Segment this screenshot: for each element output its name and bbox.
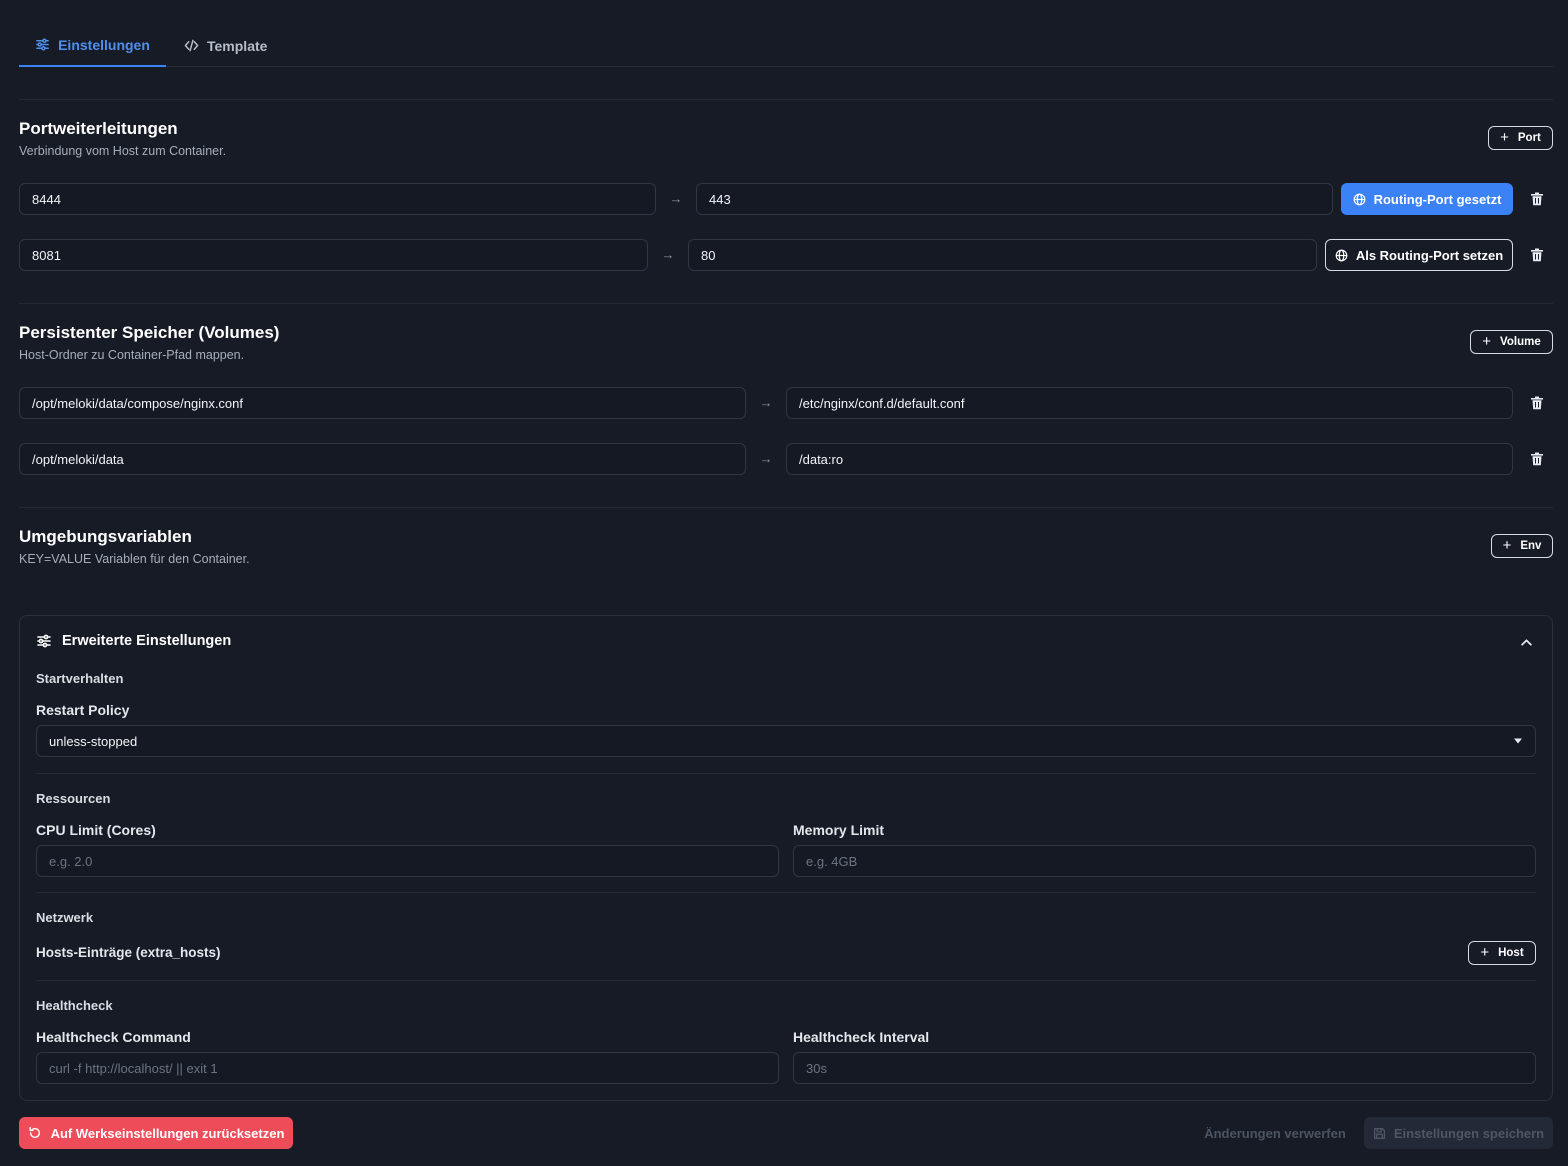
advanced-settings-title: Erweiterte Einstellungen	[62, 633, 232, 649]
reset-icon	[29, 1126, 40, 1139]
healthcheck-command-input[interactable]: curl -f http://localhost/ || exit 1	[36, 1052, 779, 1084]
routing-label: Als Routing-Port setzen	[1355, 247, 1504, 263]
volume-container-input[interactable]: /data:ro	[786, 443, 1513, 475]
volume-container-value: /etc/nginx/conf.d/default.conf	[799, 395, 965, 411]
divider	[19, 99, 1553, 100]
healthcheck-command-label: Healthcheck Command	[36, 1029, 191, 1045]
memory-limit-input[interactable]: e.g. 4GB	[793, 845, 1536, 877]
set-routing-port-button[interactable]: Als Routing-Port setzen	[1325, 239, 1513, 271]
sliders-icon	[36, 38, 49, 51]
add-env-label: Env	[1520, 540, 1542, 552]
add-volume-label: Volume	[1500, 336, 1541, 348]
globe-icon	[1353, 193, 1365, 205]
discard-changes-button[interactable]: Änderungen verwerfen	[1196, 1117, 1354, 1149]
restart-policy-select[interactable]: unless-stopped	[36, 725, 1536, 757]
volume-host-value: /opt/meloki/data	[32, 451, 124, 467]
resources-group-label: Ressourcen	[36, 791, 111, 806]
cpu-limit-label: CPU Limit (Cores)	[36, 822, 156, 838]
plus-icon: +	[1480, 944, 1490, 961]
healthcheck-command-placeholder: curl -f http://localhost/ || exit 1	[49, 1060, 218, 1076]
advanced-settings-header[interactable]: Erweiterte Einstellungen	[36, 633, 231, 649]
cpu-limit-placeholder: e.g. 2.0	[49, 853, 93, 869]
globe-icon	[1335, 249, 1348, 261]
volume-host-input[interactable]: /opt/meloki/data	[19, 443, 746, 475]
routing-label: Routing-Port gesetzt	[1373, 191, 1502, 207]
volumes-subtitle: Host-Ordner zu Container-Pfad mappen.	[19, 348, 245, 362]
memory-limit-placeholder: e.g. 4GB	[806, 853, 858, 869]
port-container-value: 80	[701, 247, 716, 263]
tab-bar: Einstellungen Template	[19, 24, 1553, 67]
save-icon	[1373, 1127, 1385, 1139]
ports-subtitle: Verbindung vom Host zum Container.	[19, 144, 227, 158]
divider	[36, 892, 1536, 893]
divider	[36, 980, 1536, 981]
start-group-label: Startverhalten	[36, 671, 124, 686]
port-host-value: 8081	[32, 247, 61, 263]
save-settings-button[interactable]: Einstellungen speichern	[1364, 1117, 1553, 1149]
port-container-input[interactable]: 80	[688, 239, 1317, 271]
plus-icon: +	[1502, 537, 1512, 554]
tab-einstellungen[interactable]: Einstellungen	[19, 24, 166, 67]
cpu-limit-input[interactable]: e.g. 2.0	[36, 845, 779, 877]
arrow-right-icon: →	[661, 247, 675, 262]
add-volume-button[interactable]: + Volume	[1470, 330, 1553, 354]
ports-title: Portweiterleitungen	[19, 119, 178, 138]
restart-policy-label: Restart Policy	[36, 702, 130, 718]
chevron-up-icon[interactable]	[1520, 636, 1533, 649]
arrow-right-icon: →	[759, 451, 773, 466]
volume-container-input[interactable]: /etc/nginx/conf.d/default.conf	[786, 387, 1513, 419]
add-host-label: Host	[1498, 947, 1524, 959]
volume-host-input[interactable]: /opt/meloki/data/compose/nginx.conf	[19, 387, 746, 419]
discard-label: Änderungen verwerfen	[1204, 1125, 1346, 1141]
reset-label: Auf Werkseinstellungen zurücksetzen	[50, 1125, 285, 1141]
env-title: Umgebungsvariablen	[19, 527, 192, 546]
volume-container-value: /data:ro	[799, 451, 844, 467]
sliders-icon	[37, 634, 51, 648]
routing-port-set-button[interactable]: Routing-Port gesetzt	[1341, 183, 1513, 215]
divider	[19, 303, 1553, 304]
extra-hosts-label: Hosts-Einträge (extra_hosts)	[36, 945, 221, 960]
add-port-label: Port	[1517, 132, 1541, 144]
reset-defaults-button[interactable]: Auf Werkseinstellungen zurücksetzen	[19, 1117, 293, 1149]
healthcheck-interval-input[interactable]: 30s	[793, 1052, 1536, 1084]
network-group-label: Netzwerk	[36, 910, 94, 925]
plus-icon: +	[1482, 333, 1492, 350]
port-container-input[interactable]: 443	[696, 183, 1333, 215]
trash-icon[interactable]	[1530, 192, 1544, 206]
arrow-right-icon: →	[669, 191, 683, 206]
port-host-input[interactable]: 8081	[19, 239, 648, 271]
memory-limit-label: Memory Limit	[793, 822, 885, 838]
tab-template[interactable]: Template	[184, 24, 284, 67]
arrow-right-icon: →	[759, 395, 773, 410]
add-port-button[interactable]: + Port	[1488, 126, 1553, 150]
caret-down-icon	[1514, 738, 1522, 744]
trash-icon[interactable]	[1530, 452, 1544, 466]
save-label: Einstellungen speichern	[1393, 1125, 1545, 1141]
volumes-title: Persistenter Speicher (Volumes)	[19, 323, 280, 342]
divider	[19, 507, 1553, 508]
healthcheck-group-label: Healthcheck	[36, 998, 113, 1013]
add-env-button[interactable]: + Env	[1491, 534, 1553, 558]
env-subtitle: KEY=VALUE Variablen für den Container.	[19, 552, 250, 566]
plus-icon: +	[1500, 129, 1509, 146]
port-host-value: 8444	[32, 191, 61, 207]
add-host-button[interactable]: + Host	[1468, 941, 1536, 965]
trash-icon[interactable]	[1530, 248, 1544, 262]
divider	[36, 773, 1536, 774]
tab-label: Einstellungen	[58, 36, 150, 53]
port-container-value: 443	[709, 191, 731, 207]
healthcheck-interval-placeholder: 30s	[806, 1060, 827, 1076]
tab-label: Template	[207, 37, 268, 54]
trash-icon[interactable]	[1530, 396, 1544, 410]
port-host-input[interactable]: 8444	[19, 183, 656, 215]
healthcheck-interval-label: Healthcheck Interval	[793, 1029, 930, 1045]
volume-host-value: /opt/meloki/data/compose/nginx.conf	[32, 395, 244, 411]
code-icon	[184, 39, 199, 52]
restart-policy-value: unless-stopped	[49, 733, 138, 749]
